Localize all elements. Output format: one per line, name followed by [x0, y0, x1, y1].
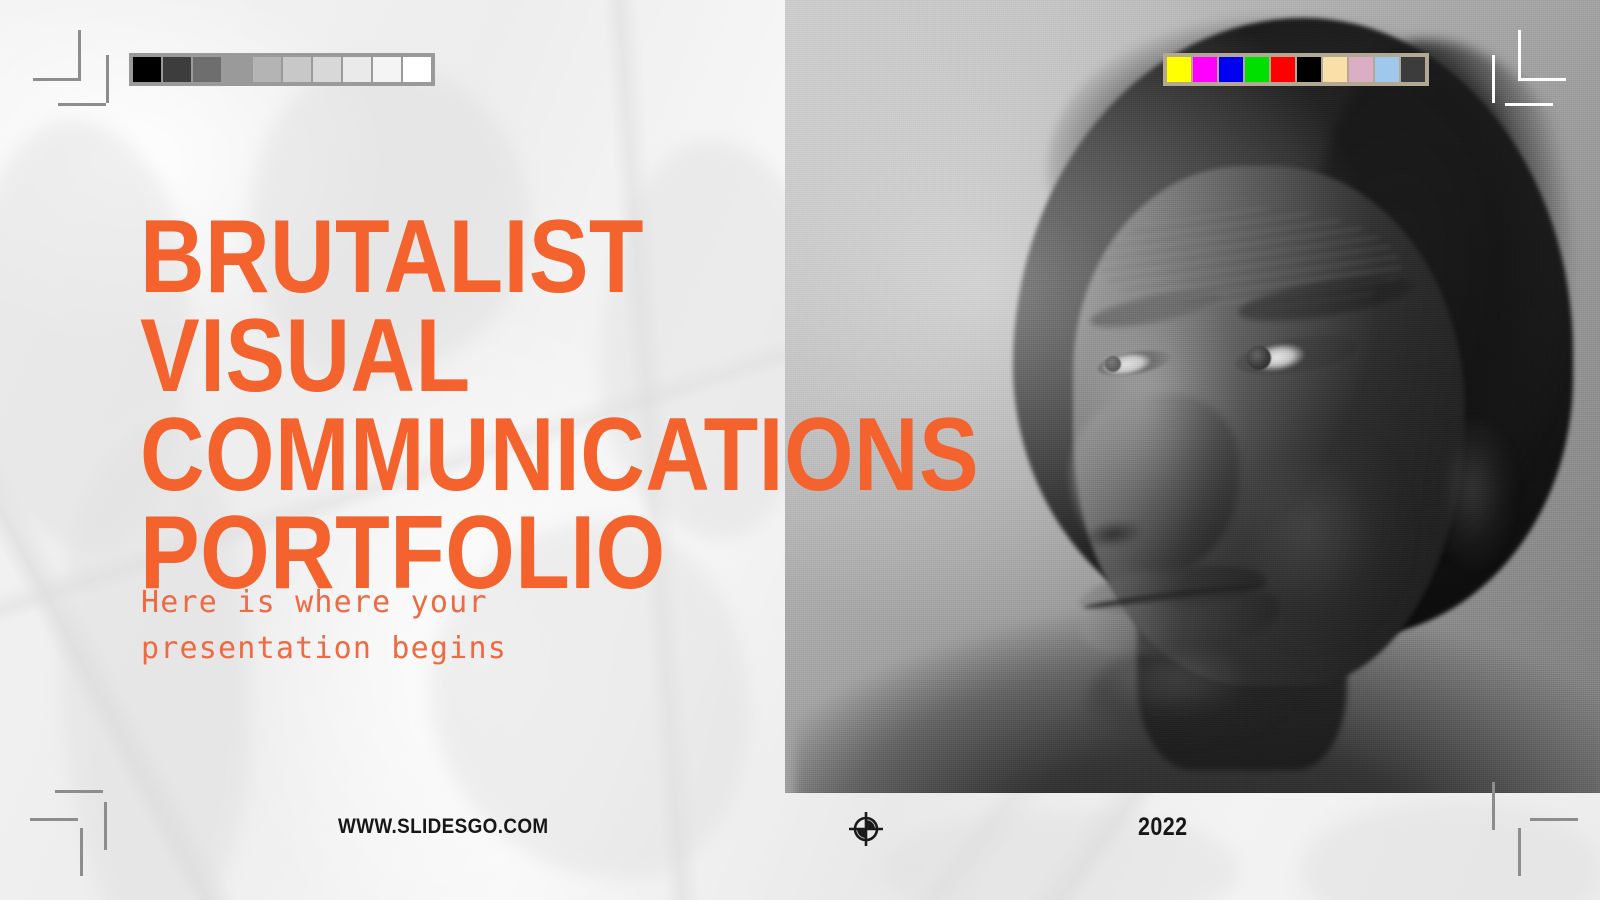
color-swatch-pink — [1349, 57, 1373, 82]
grayscale-calibration-strip — [129, 53, 435, 86]
color-swatch-black — [1297, 57, 1321, 82]
crop-mark-top-right — [1492, 55, 1495, 103]
grayscale-swatch-0 — [133, 57, 161, 82]
color-calibration-strip — [1163, 53, 1429, 86]
footer-website-url[interactable]: WWW.SLIDESGO.COM — [338, 815, 549, 839]
registration-target-icon — [849, 812, 883, 846]
color-swatch-cream — [1323, 57, 1347, 82]
crop-mark-bottom-right — [1518, 828, 1521, 876]
crop-mark-bottom-left — [104, 802, 107, 850]
crop-mark-bottom-right — [1492, 782, 1495, 830]
grayscale-swatch-1 — [163, 57, 191, 82]
color-swatch-magenta — [1193, 57, 1217, 82]
slide-subtitle: Here is where your presentation begins — [141, 585, 507, 666]
footer-year: 2022 — [1138, 813, 1188, 841]
crop-mark-top-left — [106, 55, 109, 103]
crop-mark-top-left — [33, 78, 81, 81]
grayscale-swatch-6 — [313, 57, 341, 82]
grayscale-swatch-3 — [223, 57, 251, 82]
color-swatch-blue — [1219, 57, 1243, 82]
slide-title: BRUTALIST VISUAL COMMUNICATIONS PORTFOLI… — [140, 199, 980, 612]
grayscale-swatch-4 — [253, 57, 281, 82]
crop-mark-bottom-right — [1530, 818, 1578, 821]
color-swatch-red — [1271, 57, 1295, 82]
crop-mark-top-right — [1518, 30, 1521, 78]
title-block: BRUTALIST VISUAL COMMUNICATIONS PORTFOLI… — [140, 199, 980, 612]
crop-mark-bottom-left — [30, 818, 78, 821]
grayscale-swatch-9 — [403, 57, 431, 82]
crop-mark-top-right — [1518, 78, 1566, 81]
crop-mark-top-left — [58, 103, 106, 106]
color-swatch-yellow — [1167, 57, 1191, 82]
crop-mark-top-left — [78, 30, 81, 78]
grayscale-swatch-2 — [193, 57, 221, 82]
color-swatch-dark-gray — [1401, 57, 1425, 82]
color-swatch-light-blue — [1375, 57, 1399, 82]
grayscale-swatch-5 — [283, 57, 311, 82]
grayscale-swatch-7 — [343, 57, 371, 82]
presentation-slide: BRUTALIST VISUAL COMMUNICATIONS PORTFOLI… — [0, 0, 1600, 900]
grayscale-swatch-8 — [373, 57, 401, 82]
crop-mark-bottom-left — [80, 828, 83, 876]
crop-mark-top-right — [1505, 103, 1553, 106]
crop-mark-bottom-left — [55, 790, 103, 793]
color-swatch-green — [1245, 57, 1269, 82]
